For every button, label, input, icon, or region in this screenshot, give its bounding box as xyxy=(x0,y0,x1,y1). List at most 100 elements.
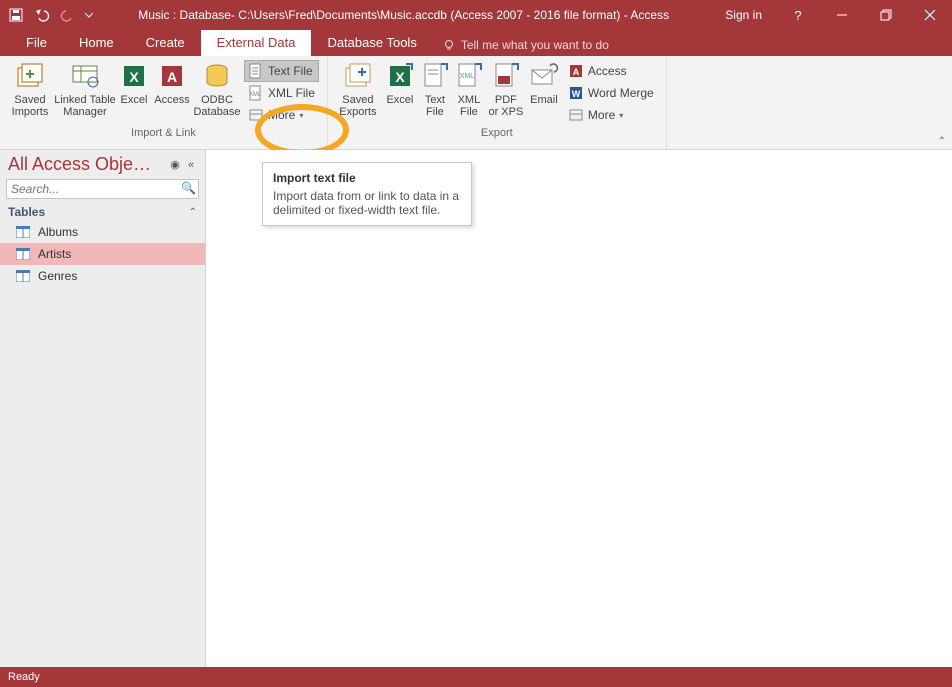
export-access-icon: A xyxy=(568,63,584,79)
table-icon xyxy=(16,248,30,260)
excel-icon: X xyxy=(118,60,150,92)
nav-items-list: Albums Artists Genres xyxy=(0,221,205,287)
ribbon-tabs: File Home Create External Data Database … xyxy=(0,30,952,56)
nav-pane-title: All Access Obje… xyxy=(8,154,167,175)
dropdown-caret-icon: ▾ xyxy=(619,111,623,120)
text-file-icon xyxy=(248,63,264,79)
export-xml-file-label: XML File xyxy=(458,94,481,118)
import-more-label: More xyxy=(268,108,295,122)
collapse-ribbon-button[interactable]: ⌃ xyxy=(938,136,946,147)
nav-item-label: Albums xyxy=(38,225,78,239)
import-access-button[interactable]: A Access xyxy=(152,58,192,108)
nav-shutter-button[interactable]: « xyxy=(183,159,199,171)
odbc-label: ODBC Database xyxy=(193,94,240,118)
undo-icon[interactable] xyxy=(30,3,54,27)
linked-table-manager-button[interactable]: Linked Table Manager xyxy=(54,58,116,120)
table-icon xyxy=(16,226,30,238)
search-icon[interactable]: 🔍 xyxy=(181,181,196,195)
status-text: Ready xyxy=(8,671,40,683)
linked-table-manager-label: Linked Table Manager xyxy=(54,94,116,118)
nav-item-genres[interactable]: Genres xyxy=(0,265,205,287)
svg-text:A: A xyxy=(167,69,177,85)
sign-in-link[interactable]: Sign in xyxy=(711,8,776,22)
import-xml-file-label: XML File xyxy=(268,86,315,100)
qat-customize-icon[interactable] xyxy=(82,3,96,27)
nav-item-label: Genres xyxy=(38,269,77,283)
svg-text:W: W xyxy=(572,89,581,99)
status-bar: Ready xyxy=(0,667,952,687)
saved-exports-button[interactable]: Saved Exports xyxy=(334,58,382,120)
tab-create[interactable]: Create xyxy=(130,30,201,56)
nav-pane-header[interactable]: All Access Obje… ◉ « xyxy=(0,150,205,177)
nav-group-header[interactable]: Tables ⌃ xyxy=(0,201,205,221)
svg-text:XML: XML xyxy=(249,92,262,98)
window-title: Music : Database- C:\Users\Fred\Document… xyxy=(96,8,711,22)
redo-icon[interactable] xyxy=(56,3,80,27)
nav-search: 🔍 xyxy=(6,179,199,199)
help-button[interactable]: ? xyxy=(776,0,820,30)
export-access-button[interactable]: A Access xyxy=(564,60,658,82)
export-excel-button[interactable]: X Excel xyxy=(382,58,418,108)
import-text-file-label: Text File xyxy=(268,64,313,78)
export-text-file-icon xyxy=(419,60,451,92)
export-xml-file-icon: XML xyxy=(453,60,485,92)
export-text-file-button[interactable]: Text File xyxy=(418,58,452,120)
collapse-group-icon[interactable]: ⌃ xyxy=(189,207,197,218)
export-pdf-xps-button[interactable]: PDF or XPS xyxy=(486,58,526,120)
import-more-button[interactable]: More ▾ xyxy=(244,104,319,126)
quick-access-toolbar xyxy=(0,3,96,27)
import-xml-file-button[interactable]: XML XML File xyxy=(244,82,319,104)
saved-imports-button[interactable]: Saved Imports xyxy=(6,58,54,120)
export-email-label: Email xyxy=(530,94,558,106)
import-more-column: Text File XML XML File More ▾ xyxy=(242,58,321,126)
odbc-database-button[interactable]: ODBC Database xyxy=(192,58,242,120)
import-text-file-button[interactable]: Text File xyxy=(244,60,319,82)
document-surface xyxy=(206,150,952,667)
more-icon xyxy=(248,107,264,123)
screentip-title: Import text file xyxy=(273,171,461,185)
title-bar: Music : Database- C:\Users\Fred\Document… xyxy=(0,0,952,30)
tab-file[interactable]: File xyxy=(10,30,63,56)
svg-text:X: X xyxy=(395,69,405,85)
document-area xyxy=(206,150,952,667)
nav-group-title: Tables xyxy=(8,205,189,219)
saved-exports-label: Saved Exports xyxy=(339,94,376,118)
nav-item-albums[interactable]: Albums xyxy=(0,221,205,243)
export-text-file-label: Text File xyxy=(425,94,445,118)
nav-item-artists[interactable]: Artists xyxy=(0,243,205,265)
tab-external-data[interactable]: External Data xyxy=(201,30,312,56)
pdf-xps-icon xyxy=(490,60,522,92)
window-controls: Sign in ? xyxy=(711,0,952,30)
export-group-label: Export xyxy=(334,126,660,141)
access-icon: A xyxy=(156,60,188,92)
screentip-body: Import data from or link to data in a de… xyxy=(273,189,461,217)
save-icon[interactable] xyxy=(4,3,28,27)
import-link-group-label: Import & Link xyxy=(6,126,321,141)
odbc-icon xyxy=(201,60,233,92)
nav-filter-dropdown-icon[interactable]: ◉ xyxy=(167,158,183,171)
group-export: Saved Exports X Excel Text File XML XML … xyxy=(328,56,667,149)
svg-text:XML: XML xyxy=(460,73,475,80)
export-excel-icon: X xyxy=(384,60,416,92)
nav-item-label: Artists xyxy=(38,247,71,261)
tab-home[interactable]: Home xyxy=(63,30,130,56)
export-access-label: Access xyxy=(588,64,627,78)
import-excel-button[interactable]: X Excel xyxy=(116,58,152,108)
minimize-button[interactable] xyxy=(820,0,864,30)
nav-search-input[interactable] xyxy=(6,179,199,199)
export-word-merge-button[interactable]: W Word Merge xyxy=(564,82,658,104)
export-more-button[interactable]: More ▾ xyxy=(564,104,658,126)
ribbon: Saved Imports Linked Table Manager X Exc… xyxy=(0,56,952,150)
restore-button[interactable] xyxy=(864,0,908,30)
linked-table-manager-icon xyxy=(69,60,101,92)
export-xml-file-button[interactable]: XML XML File xyxy=(452,58,486,120)
export-email-button[interactable]: Email xyxy=(526,58,562,108)
tell-me-search[interactable]: Tell me what you want to do xyxy=(433,34,619,56)
saved-exports-icon xyxy=(342,60,374,92)
tab-database-tools[interactable]: Database Tools xyxy=(311,30,432,56)
group-import-link: Saved Imports Linked Table Manager X Exc… xyxy=(0,56,328,149)
close-button[interactable] xyxy=(908,0,952,30)
import-access-label: Access xyxy=(154,94,189,106)
export-word-merge-label: Word Merge xyxy=(588,86,654,100)
svg-text:A: A xyxy=(573,67,580,77)
